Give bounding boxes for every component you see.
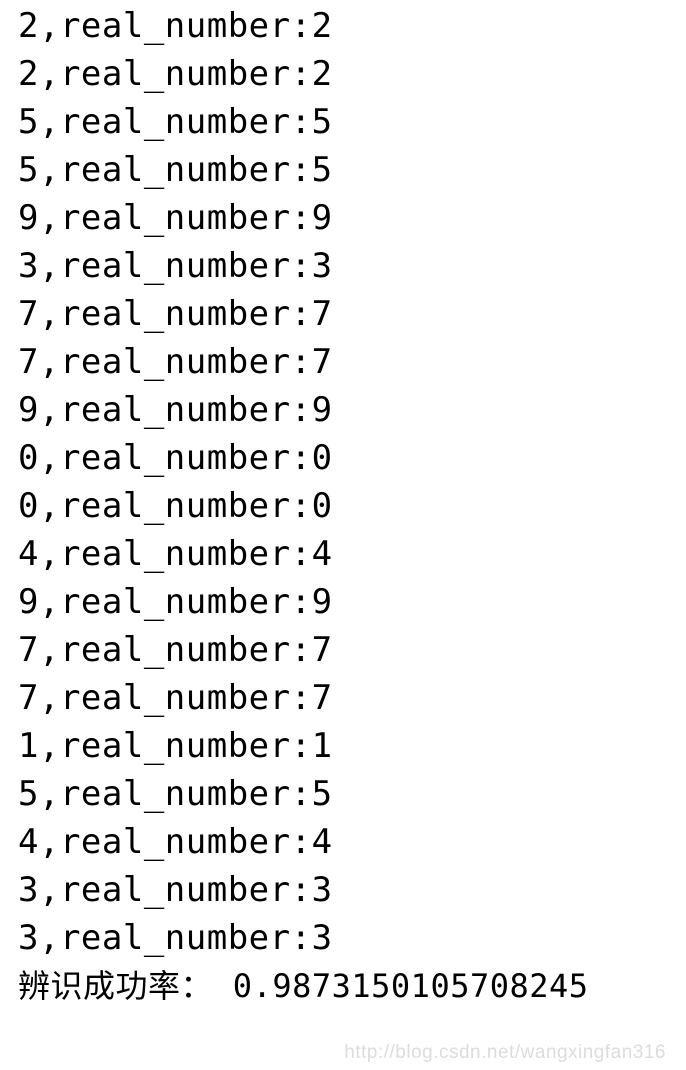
output-line: 9,real_number:9 <box>18 194 686 242</box>
output-line: 2,real_number:2 <box>18 2 686 50</box>
output-line: 3,real_number:3 <box>18 914 686 962</box>
output-line: 1,real_number:1 <box>18 722 686 770</box>
output-line: 4,real_number:4 <box>18 530 686 578</box>
output-line: 0,real_number:0 <box>18 434 686 482</box>
output-line: 2,real_number:2 <box>18 50 686 98</box>
output-line: 7,real_number:7 <box>18 338 686 386</box>
result-line: 辨识成功率： 0.9873150105708245 <box>18 962 686 1010</box>
output-line: 9,real_number:9 <box>18 386 686 434</box>
output-line: 3,real_number:3 <box>18 866 686 914</box>
output-line: 7,real_number:7 <box>18 674 686 722</box>
output-line: 9,real_number:9 <box>18 578 686 626</box>
output-line: 7,real_number:7 <box>18 290 686 338</box>
output-line: 5,real_number:5 <box>18 770 686 818</box>
output-line: 5,real_number:5 <box>18 98 686 146</box>
result-label: 辨识成功率： <box>18 967 213 1005</box>
output-line: 0,real_number:0 <box>18 482 686 530</box>
watermark: http://blog.csdn.net/wangxingfan316 <box>344 1042 666 1064</box>
output-lines: 2,real_number:22,real_number:25,real_num… <box>18 2 686 962</box>
output-line: 3,real_number:3 <box>18 242 686 290</box>
result-value: 0.9873150105708245 <box>233 967 589 1005</box>
output-line: 5,real_number:5 <box>18 146 686 194</box>
output-line: 4,real_number:4 <box>18 818 686 866</box>
output-line: 7,real_number:7 <box>18 626 686 674</box>
